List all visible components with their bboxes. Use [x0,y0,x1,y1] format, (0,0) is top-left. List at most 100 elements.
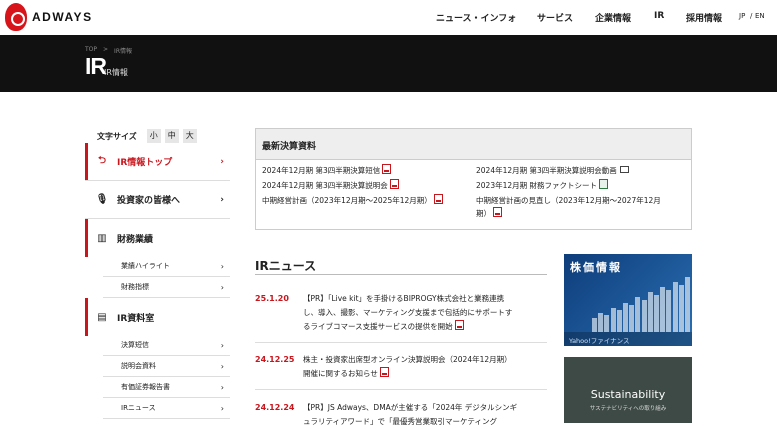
sidebar-sub-indicators[interactable]: 財務指標 › [103,277,230,298]
doc-link-plan-revision[interactable]: 中期経営計画の見直し（2023年12月期～2027年12月 [476,194,661,207]
nav-company[interactable]: 企業情報 [595,11,631,24]
nav-recruit[interactable]: 採用情報 [686,11,722,24]
doc-link-label: 中期経営計画（2023年12月期～2025年12月期） [262,196,432,205]
chevron-right-icon: › [220,194,224,205]
news-date: 24.12.25 [255,355,295,364]
pdf-icon [379,367,389,377]
doc-link-label: 中期経営計画の見直し（2023年12月期～2027年12月 [476,196,661,205]
news-line: 【PR】「Live kit」を手掛けるBIPROGY株式会社と業務連携 [303,294,505,303]
news-line: 株主・投資家出席型オンライン決算説明会（2024年12月期） [303,355,512,364]
bar-chart-icon: ▥ [97,232,107,244]
doc-link-label: 2024年12月期 第3四半期決算説明会 [262,181,388,190]
sidebar-sub-label: 財務指標 [121,283,149,291]
latest-financials-heading: 最新決算資料 [256,129,691,160]
stock-info-footer: Yahoo!ファイナンス [564,332,692,346]
chevron-right-icon: › [220,403,224,413]
sidebar-sub-securities-report[interactable]: 有価証券報告書 › [103,377,230,398]
doc-link-midterm-plan[interactable]: 中期経営計画（2023年12月期～2025年12月期） [262,194,443,207]
stock-decor-bar [623,302,628,332]
excel-icon [599,179,609,189]
doc-link-briefing[interactable]: 2024年12月期 第3四半期決算説明会 [262,179,399,192]
logo-text: ADWAYS [32,10,93,24]
site-header: ADWAYS ニュース・インフォ サービス 企業情報 IR 採用情報 JP / … [0,0,777,35]
pdf-icon [382,164,392,174]
sidebar-item-label: IR資料室 [117,313,155,324]
sidebar-item-label: 財務業績 [117,234,154,245]
font-size-medium-button[interactable]: 中 [164,129,179,143]
news-item-2[interactable]: 株主・投資家出席型オンライン決算説明会（2024年12月期） 開催に関するお知ら… [303,353,548,381]
stock-decor-bar [660,287,666,332]
stock-decor-bar [616,310,622,332]
breadcrumb-current: IR情報 [114,48,132,55]
sidebar-sub-ir-news[interactable]: IRニュース › [103,398,230,419]
doc-link-briefing-video[interactable]: 2024年12月期 第3四半期決算説明会動画 [476,164,629,177]
doc-link-plan-revision-cont[interactable]: 期） [476,207,502,220]
pdf-icon [454,320,464,330]
microphone-icon: 🎙 [95,194,109,205]
logo-mark-icon [5,3,27,31]
chevron-right-icon: › [220,282,224,292]
stock-decor-bar [641,300,647,332]
doc-link-label: 2024年12月期 第3四半期決算短信 [262,166,381,175]
stock-decor-bar [604,315,610,332]
pdf-icon [493,207,502,217]
stock-decor-bar [672,282,678,332]
stock-decor-bar [666,289,672,332]
nav-news-info[interactable]: ニュース・インフォ [436,11,516,24]
sidebar-item-ir-top[interactable]: ⮌ IR情報トップ › [85,143,230,181]
sidebar-sub-label: 説明会資料 [121,362,156,370]
sustainability-title: Sustainability [590,388,666,401]
doc-link-label: 期） [476,209,491,218]
news-line: 開催に関するお知らせ [303,369,378,378]
doc-link-label: 2023年12月期 財務ファクトシート [476,181,598,190]
ir-news-heading: IRニュース [255,259,317,273]
doc-link-label: 2024年12月期 第3四半期決算説明会動画 [476,166,617,175]
stock-decor-bar [610,307,616,332]
stock-decor-bar [598,312,604,332]
news-date: 25.1.20 [255,294,289,303]
news-line: 【PR】JS Adways、DMAが主催する「2024年 デジタルシンギ [303,403,518,412]
doc-link-factsheet[interactable]: 2023年12月期 財務ファクトシート [476,179,609,192]
page-hero [0,35,777,92]
sidebar-sub-label: IRニュース [121,404,156,412]
lang-jp[interactable]: JP [739,12,745,20]
sidebar-sub-label: 業績ハイライト [121,262,170,270]
ir-news-divider [255,274,547,275]
stock-decor-bar [592,317,597,332]
return-arrow-icon: ⮌ [97,155,106,166]
sidebar-item-library[interactable]: ▤ IR資料室 [85,298,230,336]
sidebar-sub-tanshin[interactable]: 決算短信 › [103,335,230,356]
adways-logo[interactable]: ADWAYS [5,3,93,31]
nav-services[interactable]: サービス [537,11,573,24]
news-date: 24.12.24 [255,403,295,412]
lang-separator: / [750,12,753,20]
news-line: ュラリティアワード」で「最優秀営業取引マーケティング [303,417,497,426]
pdf-icon [433,194,443,204]
pdf-icon [389,179,399,189]
lang-en[interactable]: EN [755,12,765,20]
news-item-1[interactable]: 【PR】「Live kit」を手掛けるBIPROGY株式会社と業務連携 し、導入… [303,292,548,334]
sidebar-sub-presentations[interactable]: 説明会資料 › [103,356,230,377]
font-size-large-button[interactable]: 大 [182,129,197,143]
news-line: し、導入、撮影、マーケティング支援まで包括的にサポートす [303,308,513,317]
sidebar-sub-label: 決算短信 [121,341,149,349]
external-window-icon [619,166,629,173]
stock-info-title: 株価情報 [570,261,622,274]
doc-link-tanshin[interactable]: 2024年12月期 第3四半期決算短信 [262,164,392,177]
font-size-switcher: 文字サイズ 小 中 大 [97,129,197,143]
chevron-right-icon: › [220,156,224,167]
stock-decor-bar [654,294,659,332]
nav-ir[interactable]: IR [654,11,664,21]
stock-decor-bar [685,276,690,332]
sustainability-banner[interactable]: Sustainability サステナビリティへの取り組み [564,357,692,423]
sidebar-sub-highlights[interactable]: 業績ハイライト › [103,256,230,277]
news-item-3[interactable]: 【PR】JS Adways、DMAが主催する「2024年 デジタルシンギ ュラリ… [303,401,548,429]
sidebar-item-investors[interactable]: 🎙 投資家の皆様へ › [85,181,230,219]
chevron-right-icon: › [220,340,224,350]
stock-decor-bar [678,284,684,332]
stock-info-banner[interactable]: 株価情報 Yahoo!ファイナンス [564,254,692,346]
sidebar-item-financial[interactable]: ▥ 財務業績 [85,219,230,257]
font-size-small-button[interactable]: 小 [146,129,161,143]
stock-decor-bar [647,292,653,332]
sidebar-item-label: IR情報トップ [117,158,173,168]
